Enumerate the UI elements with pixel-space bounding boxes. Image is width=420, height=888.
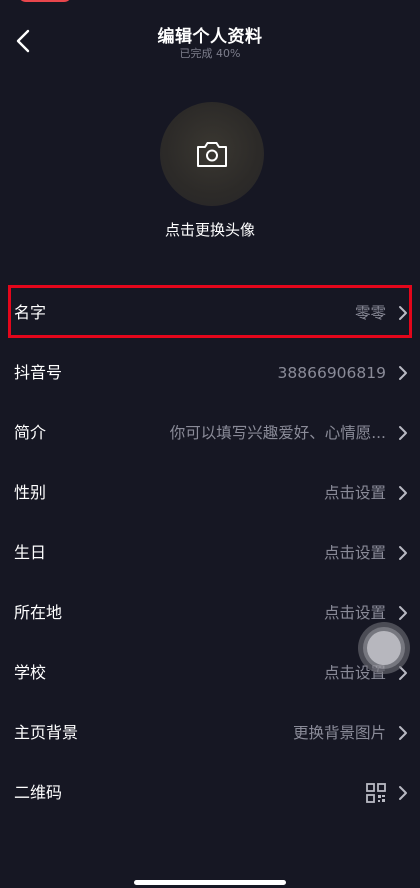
row-label: 抖音号 [14,363,63,382]
avatar-upload-button[interactable] [160,102,264,206]
header: 编辑个人资料 已完成 40% [0,0,420,72]
row-label: 二维码 [14,783,63,802]
row-value: 38866906819 [277,364,386,382]
qr-code-icon [366,783,386,803]
row-label: 性别 [14,483,47,502]
row-name[interactable]: 名字 零零 [0,283,420,343]
row-douyin-id[interactable]: 抖音号 38866906819 [0,343,420,403]
chevron-right-icon [398,545,408,561]
chevron-right-icon [398,305,408,321]
row-location[interactable]: 所在地 点击设置 [0,583,420,643]
chevron-right-icon [398,485,408,501]
row-value: 更换背景图片 [292,724,386,742]
row-gender[interactable]: 性别 点击设置 [0,463,420,523]
edit-profile-screen: 编辑个人资料 已完成 40% 点击更换头像 名字 零零 抖音号 38866906… [0,0,420,888]
change-avatar-label[interactable]: 点击更换头像 [0,219,420,240]
row-homepage-background[interactable]: 主页背景 更换背景图片 [0,703,420,763]
chevron-right-icon [398,425,408,441]
row-value: 点击设置 [323,484,386,502]
row-label: 所在地 [14,603,63,622]
profile-field-list: 名字 零零 抖音号 38866906819 简介 你可以填写兴趣爱好、心情愿..… [0,283,420,823]
row-school[interactable]: 学校 点击设置 [0,643,420,703]
highlight-box [8,285,412,338]
row-label: 学校 [14,663,47,682]
row-value: 点击设置 [323,544,386,562]
chevron-right-icon [398,785,408,801]
row-label: 生日 [14,543,47,562]
row-bio[interactable]: 简介 你可以填写兴趣爱好、心情愿... [0,403,420,463]
chevron-right-icon [398,365,408,381]
completion-status: 已完成 40% [179,47,241,60]
camera-icon [197,142,227,167]
chevron-right-icon [398,725,408,741]
page-title: 编辑个人资料 [157,27,263,47]
row-value: 你可以填写兴趣爱好、心情愿... [169,424,386,442]
assistive-touch-button[interactable] [358,622,410,674]
row-label: 名字 [14,303,47,322]
assistive-touch-dot [367,631,401,665]
chevron-right-icon [398,605,408,621]
row-label: 简介 [14,423,47,442]
home-indicator[interactable] [134,880,286,885]
row-label: 主页背景 [14,723,79,742]
row-qr-code[interactable]: 二维码 [0,763,420,823]
row-birthday[interactable]: 生日 点击设置 [0,523,420,583]
row-value: 零零 [354,304,386,322]
